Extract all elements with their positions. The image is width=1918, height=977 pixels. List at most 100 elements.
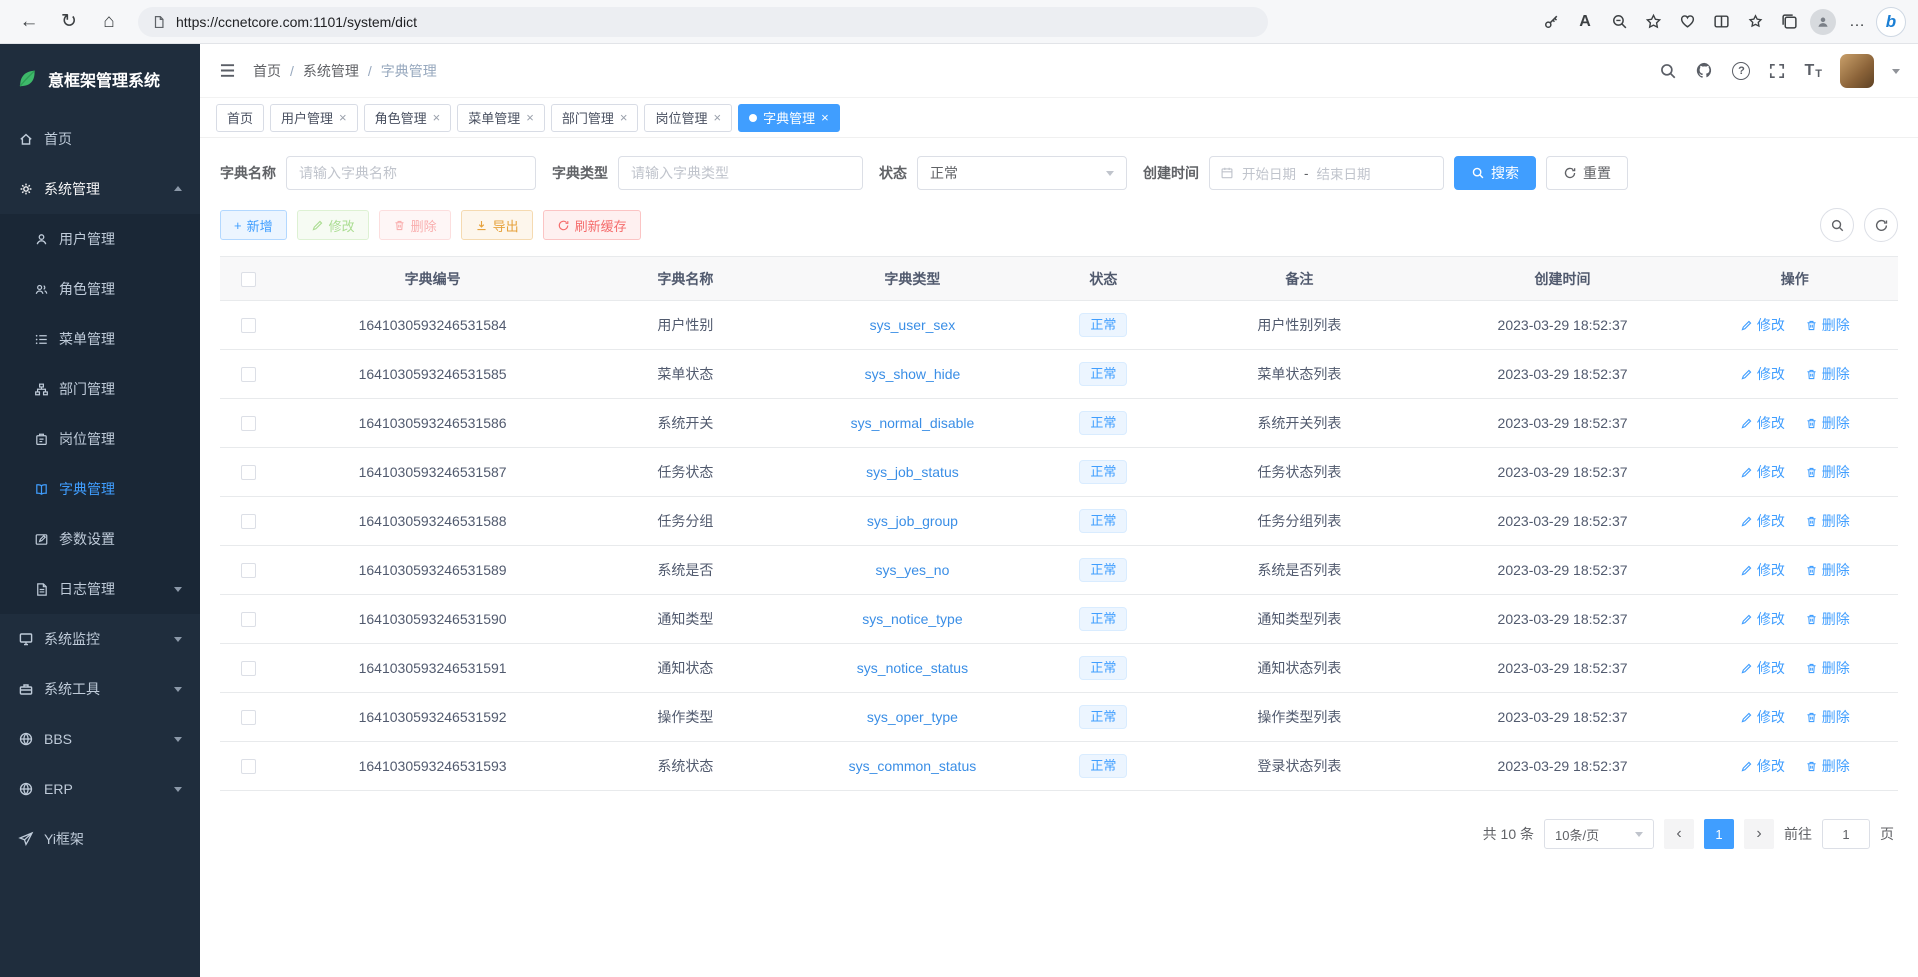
address-bar[interactable]: https://ccnetcore.com:1101/system/dict [138,7,1268,37]
dict-type-link[interactable]: sys_oper_type [867,709,958,725]
dict-type-link[interactable]: sys_user_sex [870,317,956,333]
dict-type-link[interactable]: sys_show_hide [865,366,961,382]
dict-type-link[interactable]: sys_normal_disable [851,415,975,431]
tab-menu[interactable]: 菜单管理 × [457,104,545,132]
row-edit-link[interactable]: 修改 [1740,560,1785,580]
page-size-select[interactable]: 10条/页 [1544,819,1654,849]
close-icon[interactable]: × [821,111,829,124]
sidebar-item-dict[interactable]: 字典管理 [0,464,200,514]
sidebar-item-log[interactable]: 日志管理 [0,564,200,614]
row-delete-link[interactable]: 删除 [1805,560,1850,580]
row-delete-link[interactable]: 删除 [1805,511,1850,531]
reload-icon[interactable]: ↻ [52,5,86,39]
row-edit-link[interactable]: 修改 [1740,364,1785,384]
sidebar-item-tools[interactable]: 系统工具 [0,664,200,714]
collections-icon[interactable] [1774,7,1804,37]
github-icon[interactable] [1695,61,1714,80]
sidebar-item-param[interactable]: 参数设置 [0,514,200,564]
read-aloud-icon[interactable]: A [1570,7,1600,37]
tab-post[interactable]: 岗位管理 × [644,104,732,132]
close-icon[interactable]: × [620,111,628,124]
search-button[interactable]: 搜索 [1454,156,1536,190]
row-edit-link[interactable]: 修改 [1740,707,1785,727]
page-1-button[interactable]: 1 [1704,819,1734,849]
row-checkbox[interactable] [241,465,256,480]
sidebar-item-monitor[interactable]: 系统监控 [0,614,200,664]
toggle-search-icon[interactable] [1820,208,1854,242]
bing-icon[interactable]: b [1876,7,1906,37]
sidebar-item-yi[interactable]: Yi框架 [0,814,200,864]
dict-type-link[interactable]: sys_notice_status [857,660,968,676]
row-edit-link[interactable]: 修改 [1740,315,1785,335]
goto-page-input[interactable] [1822,819,1870,849]
help-icon[interactable]: ? [1732,62,1750,80]
dict-type-link[interactable]: sys_job_group [867,513,958,529]
tab-role[interactable]: 角色管理 × [364,104,452,132]
reset-button[interactable]: 重置 [1546,156,1628,190]
row-delete-link[interactable]: 删除 [1805,413,1850,433]
avatar-caret-icon[interactable] [1892,69,1900,78]
breadcrumb-system[interactable]: 系统管理 [281,61,359,81]
fullscreen-icon[interactable] [1768,62,1786,80]
zoom-icon[interactable] [1604,7,1634,37]
dict-type-link[interactable]: sys_notice_type [862,611,962,627]
browser-essentials-icon[interactable] [1672,7,1702,37]
tab-dict[interactable]: 字典管理 × [738,104,840,132]
back-icon[interactable]: ← [12,5,46,39]
close-icon[interactable]: × [339,111,347,124]
delete-button[interactable]: 删除 [379,210,451,240]
row-edit-link[interactable]: 修改 [1740,511,1785,531]
row-checkbox[interactable] [241,612,256,627]
row-edit-link[interactable]: 修改 [1740,658,1785,678]
sidebar-item-user[interactable]: 用户管理 [0,214,200,264]
profile-icon[interactable] [1808,7,1838,37]
refresh-table-icon[interactable] [1864,208,1898,242]
edit-button[interactable]: 修改 [297,210,369,240]
row-delete-link[interactable]: 删除 [1805,462,1850,482]
select-all-checkbox[interactable] [241,272,256,287]
key-icon[interactable] [1536,7,1566,37]
sidebar-item-menu[interactable]: 菜单管理 [0,314,200,364]
favorites-bar-icon[interactable] [1740,7,1770,37]
refresh-cache-button[interactable]: 刷新缓存 [543,210,641,240]
home-icon[interactable]: ⌂ [92,5,126,39]
prev-page-button[interactable]: ‹ [1664,819,1694,849]
add-button[interactable]: + 新增 [220,210,287,240]
sidebar-item-home[interactable]: 首页 [0,114,200,164]
dict-name-input[interactable] [286,156,536,190]
dict-type-link[interactable]: sys_job_status [866,464,959,480]
row-edit-link[interactable]: 修改 [1740,609,1785,629]
sidebar-item-system[interactable]: 系统管理 [0,164,200,214]
favorites-star-icon[interactable] [1638,7,1668,37]
row-checkbox[interactable] [241,416,256,431]
row-checkbox[interactable] [241,661,256,676]
row-edit-link[interactable]: 修改 [1740,462,1785,482]
sidebar-item-role[interactable]: 角色管理 [0,264,200,314]
dict-type-link[interactable]: sys_yes_no [875,562,949,578]
font-size-icon[interactable]: TT [1804,62,1822,80]
row-checkbox[interactable] [241,710,256,725]
search-icon[interactable] [1659,62,1677,80]
row-delete-link[interactable]: 删除 [1805,707,1850,727]
row-checkbox[interactable] [241,563,256,578]
row-edit-link[interactable]: 修改 [1740,413,1785,433]
tab-user[interactable]: 用户管理 × [270,104,358,132]
sidebar-item-bbs[interactable]: BBS [0,714,200,764]
row-delete-link[interactable]: 删除 [1805,315,1850,335]
settings-more-icon[interactable]: … [1842,7,1872,37]
user-avatar[interactable] [1840,54,1874,88]
row-delete-link[interactable]: 删除 [1805,609,1850,629]
sidebar-item-erp[interactable]: ERP [0,764,200,814]
tab-home[interactable]: 首页 [216,104,264,132]
status-select[interactable]: 正常 [917,156,1127,190]
row-checkbox[interactable] [241,318,256,333]
row-checkbox[interactable] [241,759,256,774]
row-edit-link[interactable]: 修改 [1740,756,1785,776]
hamburger-icon[interactable] [218,61,237,80]
row-checkbox[interactable] [241,367,256,382]
close-icon[interactable]: × [713,111,721,124]
export-button[interactable]: 导出 [461,210,533,240]
dict-type-input[interactable] [618,156,863,190]
date-range-picker[interactable]: 开始日期 - 结束日期 [1209,156,1444,190]
next-page-button[interactable]: › [1744,819,1774,849]
